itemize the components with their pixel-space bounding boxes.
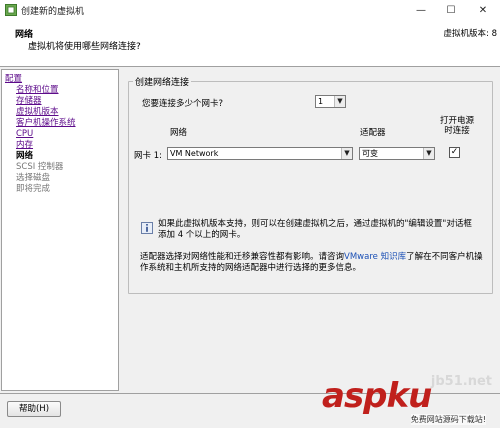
minimize-button[interactable]: — [410,2,432,18]
sidebar-item-scsi-controller: SCSI 控制器 [16,162,64,172]
watermark-tagline: 免费网站源码下载站! [410,414,486,425]
wizard-steps-sidebar: 配置 名称和位置 存储器 虚拟机版本 客户机操作系统 CPU 内存 网络 SCS… [1,69,119,391]
add-nic-info-text: 如果此虚拟机版本支持，则可以在创建虚拟机之后，通过虚拟机的"编辑设置"对话框添加… [158,219,472,240]
chevron-down-icon: ▼ [341,148,352,159]
group-legend: 创建网络连接 [135,78,190,88]
sidebar-item-select-disk: 选择磁盘 [16,173,51,183]
column-header-network: 网络 [170,128,188,138]
sidebar-item-config[interactable]: 配置 [5,74,22,85]
watermark-logo: jb51.net aspku 免费网站源码下载站! [322,370,492,426]
nic-1-adapter-select[interactable]: 可变 ▼ [359,147,435,160]
sidebar-item-name-location[interactable]: 名称和位置 [16,85,59,96]
wizard-content: 创建网络连接 您要连接多少个网卡? 1 ▼ 网络 适配器 打开电源时连接 网卡 … [122,69,497,391]
sidebar-item-memory[interactable]: 内存 [16,140,33,151]
window-titlebar[interactable]: 创建新的虚拟机 — ☐ ✕ [0,0,500,20]
nic-1-connect-at-power-on-checkbox[interactable]: ✓ [449,147,460,158]
watermark-brand: aspku [322,376,432,416]
vsphere-app-icon [5,4,17,16]
nic-count-question: 您要连接多少个网卡? [142,99,224,109]
column-header-adapter: 适配器 [360,128,386,138]
nic-count-select[interactable]: 1 ▼ [315,95,346,108]
maximize-button[interactable]: ☐ [440,2,462,18]
adapter-note-before: 适配器选择对网络性能和迁移兼容性都有影响。请咨询 [140,252,345,262]
sidebar-item-ready-to-complete: 即将完成 [16,184,51,194]
page-subtitle: 虚拟机将使用哪些网络连接? [28,42,141,52]
sidebar-item-vm-version[interactable]: 虚拟机版本 [16,107,59,118]
nic-1-adapter-value: 可变 [362,149,378,158]
column-header-connect-at-power-on: 打开电源时连接 [439,116,474,136]
info-icon [141,222,153,234]
window-title: 创建新的虚拟机 [21,7,85,17]
wizard-header: 网络 虚拟机将使用哪些网络连接? 虚拟机版本: 8 [0,20,500,67]
vm-version-label: 虚拟机版本: 8 [443,29,497,39]
help-button[interactable]: 帮助(H) [7,401,61,417]
close-button[interactable]: ✕ [472,2,494,18]
nic-1-label: 网卡 1: [134,151,162,161]
nic-count-value: 1 [318,97,324,106]
watermark-net: jb51.net [430,374,492,389]
sidebar-item-guest-os[interactable]: 客户机操作系统 [16,118,76,129]
vmware-kb-link[interactable]: VMware 知识库 [344,252,406,262]
chevron-down-icon: ▼ [423,148,434,159]
sidebar-item-network: 网络 [16,151,34,161]
sidebar-item-storage[interactable]: 存储器 [16,96,42,107]
chevron-down-icon: ▼ [334,96,345,107]
nic-1-network-value: VM Network [170,149,219,158]
sidebar-item-cpu[interactable]: CPU [16,129,33,140]
nic-1-network-select[interactable]: VM Network ▼ [167,147,353,160]
adapter-selection-note: 适配器选择对网络性能和迁移兼容性都有影响。请咨询VMware 知识库了解在不同客… [140,252,484,274]
